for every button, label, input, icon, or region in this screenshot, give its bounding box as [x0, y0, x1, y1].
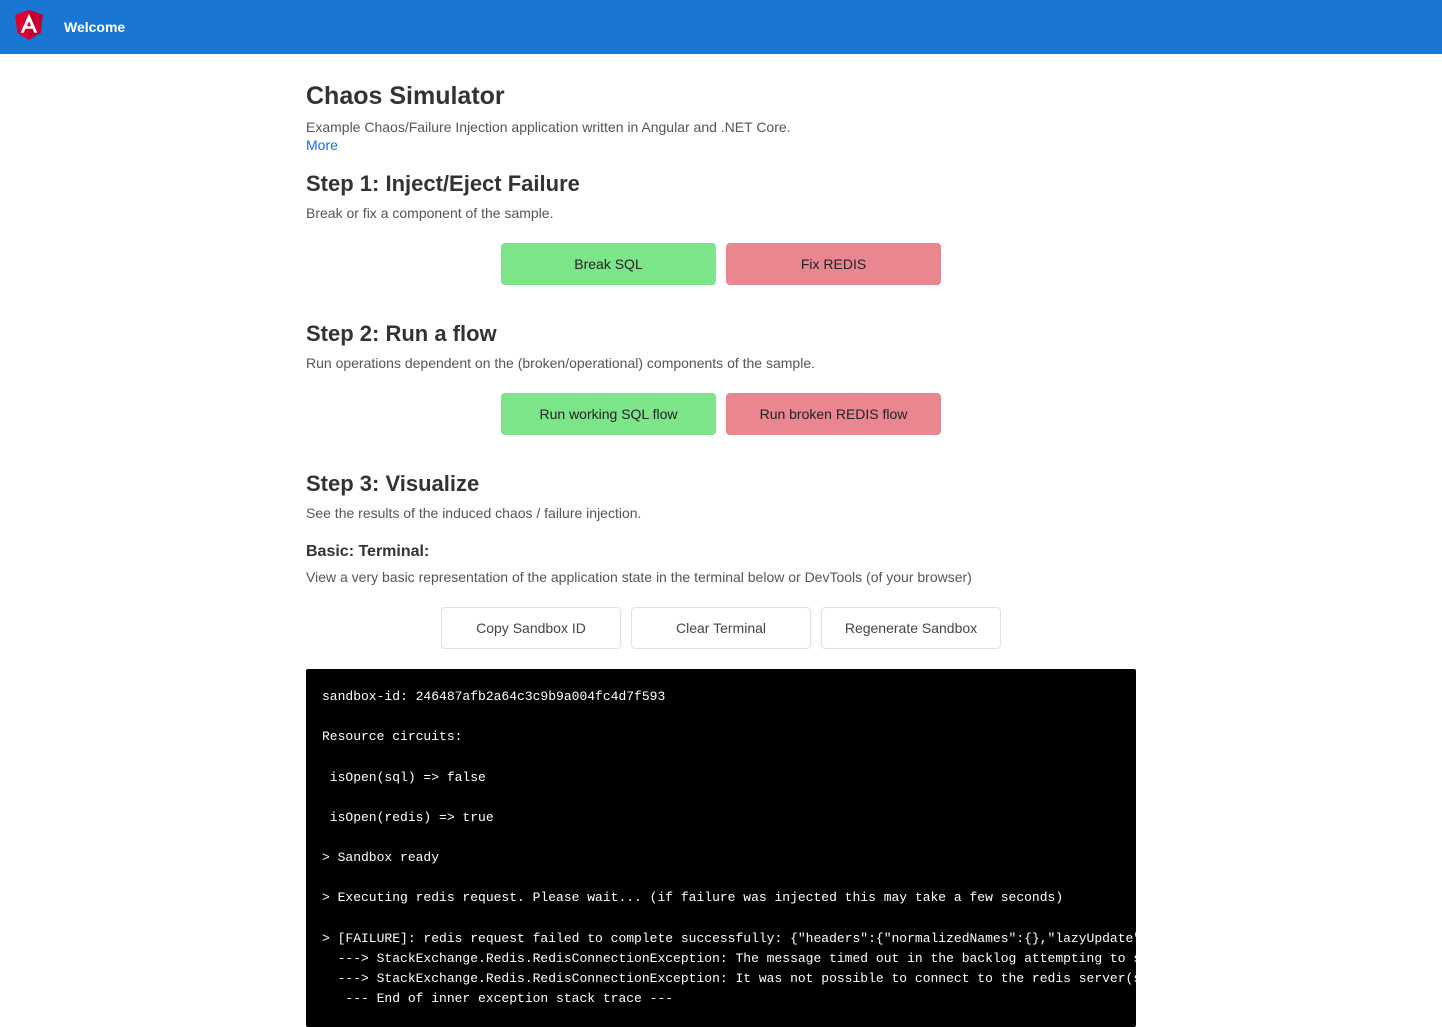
- step1-desc: Break or fix a component of the sample.: [306, 205, 1136, 221]
- page-title: Chaos Simulator: [306, 82, 1136, 111]
- step3-heading: Step 3: Visualize: [306, 471, 1136, 497]
- page-welcome-title: Welcome: [64, 19, 125, 35]
- run-sql-flow-button[interactable]: Run working SQL flow: [501, 393, 716, 435]
- step1-heading: Step 1: Inject/Eject Failure: [306, 171, 1136, 197]
- fix-redis-button[interactable]: Fix REDIS: [726, 243, 941, 285]
- step2-heading: Step 2: Run a flow: [306, 321, 1136, 347]
- regenerate-sandbox-button[interactable]: Regenerate Sandbox: [821, 607, 1001, 649]
- step2-desc: Run operations dependent on the (broken/…: [306, 355, 1136, 371]
- run-redis-flow-button[interactable]: Run broken REDIS flow: [726, 393, 941, 435]
- terminal-output: sandbox-id: 246487afb2a64c3c9b9a004fc4d7…: [306, 669, 1136, 1027]
- copy-sandbox-id-button[interactable]: Copy Sandbox ID: [441, 607, 621, 649]
- clear-terminal-button[interactable]: Clear Terminal: [631, 607, 811, 649]
- step3-desc: See the results of the induced chaos / f…: [306, 505, 1136, 521]
- angular-logo-icon: [14, 10, 44, 45]
- page-subtitle: Example Chaos/Failure Injection applicat…: [306, 119, 1136, 135]
- more-link[interactable]: More: [306, 137, 338, 153]
- terminal-heading: Basic: Terminal:: [306, 543, 1136, 561]
- terminal-desc: View a very basic representation of the …: [306, 569, 1136, 585]
- break-sql-button[interactable]: Break SQL: [501, 243, 716, 285]
- top-bar: Welcome: [0, 0, 1442, 54]
